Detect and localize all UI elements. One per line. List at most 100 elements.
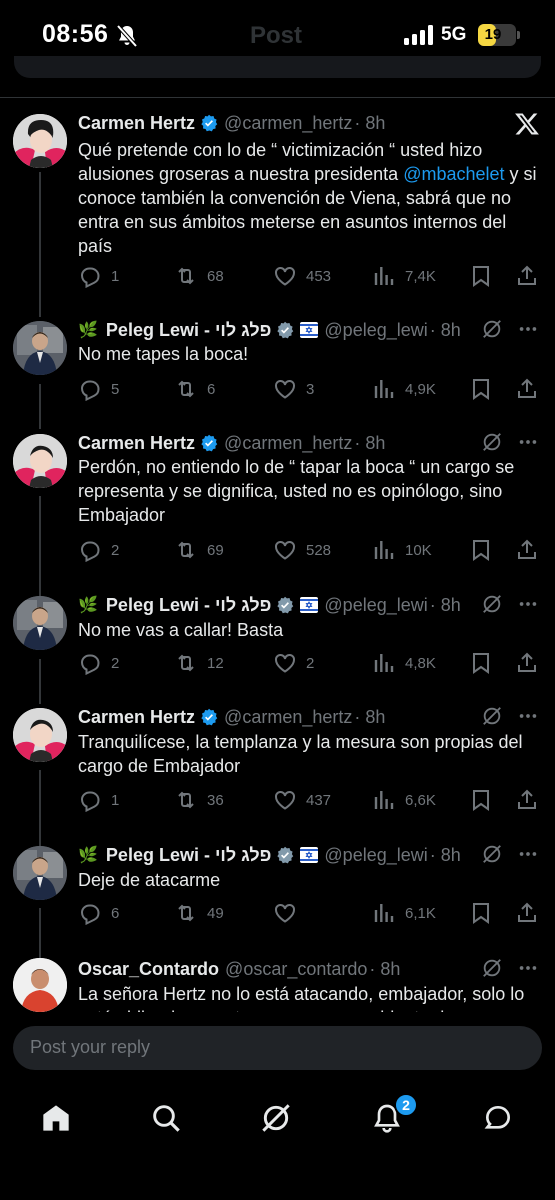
- analytics-icon: [374, 654, 394, 672]
- avatar[interactable]: [13, 708, 67, 762]
- mention-link[interactable]: @mbachelet: [403, 164, 504, 184]
- author-name[interactable]: Oscar_Contardo: [78, 959, 219, 980]
- author-handle[interactable]: @peleg_lewi: [324, 845, 427, 866]
- share-button[interactable]: [515, 537, 539, 563]
- share-button[interactable]: [515, 900, 539, 926]
- bookmark-button[interactable]: [469, 263, 493, 289]
- grok-icon[interactable]: [481, 705, 503, 732]
- more-options-icon[interactable]: [517, 705, 539, 732]
- repost-button[interactable]: 68: [174, 263, 224, 289]
- author-handle[interactable]: @carmen_hertz: [224, 433, 352, 454]
- repost-button[interactable]: 49: [174, 900, 224, 926]
- reply-button[interactable]: 1: [78, 263, 119, 289]
- like-button[interactable]: 528: [273, 537, 331, 563]
- bookmark-icon: [473, 266, 489, 287]
- post-time: · 8h: [429, 844, 461, 865]
- avatar[interactable]: [13, 596, 67, 650]
- views-button[interactable]: 4,8K: [372, 650, 436, 676]
- reply-button[interactable]: 1: [78, 787, 119, 813]
- share-button[interactable]: [515, 263, 539, 289]
- author-handle[interactable]: @peleg_lewi: [324, 320, 427, 341]
- repost-button[interactable]: 36: [174, 787, 224, 813]
- more-options-icon[interactable]: [517, 431, 539, 458]
- author-name[interactable]: Peleg Lewi - פלג לוי: [106, 320, 271, 341]
- post-time: · 8h: [354, 432, 386, 453]
- share-icon: [518, 789, 536, 809]
- share-button[interactable]: [515, 787, 539, 813]
- share-icon: [518, 265, 536, 285]
- avatar[interactable]: [13, 114, 67, 168]
- grok-icon: [262, 1104, 290, 1132]
- grok-icon[interactable]: [481, 431, 503, 458]
- tab-messages[interactable]: [478, 1088, 518, 1148]
- post-time: · 8h: [354, 706, 386, 727]
- status-time: 08:56: [42, 20, 109, 48]
- reply-button[interactable]: 2: [78, 650, 119, 676]
- more-options-icon[interactable]: [517, 957, 539, 984]
- reply-icon: [80, 904, 100, 925]
- views-button[interactable]: 6,1K: [372, 900, 436, 926]
- more-options-icon[interactable]: [517, 843, 539, 870]
- bookmark-button[interactable]: [469, 537, 493, 563]
- author-handle[interactable]: @carmen_hertz: [224, 113, 352, 134]
- reply-input[interactable]: Post your reply: [13, 1026, 542, 1070]
- author-name[interactable]: Peleg Lewi - פלג לוי: [106, 845, 271, 866]
- grok-icon[interactable]: [481, 843, 503, 870]
- share-button[interactable]: [515, 376, 539, 402]
- verified-badge-icon: [201, 114, 218, 132]
- leaf-emoji: 🌿: [78, 847, 98, 864]
- tab-grok[interactable]: [256, 1088, 296, 1148]
- like-button[interactable]: 453: [273, 263, 331, 289]
- avatar[interactable]: [13, 958, 67, 1012]
- bookmark-icon: [473, 540, 489, 561]
- grok-icon[interactable]: [481, 318, 503, 345]
- post-time: · 8h: [429, 319, 461, 340]
- views-button[interactable]: 7,4K: [372, 263, 436, 289]
- message-icon: [484, 1106, 511, 1129]
- grok-icon[interactable]: [481, 957, 503, 984]
- like-button[interactable]: 2: [273, 650, 314, 676]
- more-options-icon[interactable]: [517, 318, 539, 345]
- views-button[interactable]: 6,6K: [372, 787, 436, 813]
- analytics-icon: [374, 791, 394, 809]
- more-options-icon[interactable]: [517, 593, 539, 620]
- share-button[interactable]: [515, 650, 539, 676]
- bookmark-button[interactable]: [469, 787, 493, 813]
- bookmark-button[interactable]: [469, 900, 493, 926]
- post-time: · 8h: [369, 958, 401, 979]
- like-button[interactable]: [273, 900, 297, 926]
- author-handle[interactable]: @carmen_hertz: [224, 707, 352, 728]
- author-handle[interactable]: @peleg_lewi: [324, 595, 427, 616]
- tab-search[interactable]: [146, 1088, 186, 1148]
- thread-line: [39, 770, 41, 846]
- repost-button[interactable]: 12: [174, 650, 224, 676]
- avatar[interactable]: [13, 846, 67, 900]
- grok-icon[interactable]: [481, 593, 503, 620]
- repost-button[interactable]: 6: [174, 376, 215, 402]
- like-button[interactable]: 3: [273, 376, 314, 402]
- heart-icon: [275, 903, 295, 923]
- avatar[interactable]: [13, 321, 67, 375]
- avatar[interactable]: [13, 434, 67, 488]
- bookmark-icon: [473, 653, 489, 674]
- author-name[interactable]: Peleg Lewi - פלג לוי: [106, 595, 271, 616]
- author-handle[interactable]: @oscar_contardo: [225, 959, 367, 980]
- views-button[interactable]: 10K: [372, 537, 432, 563]
- israel-flag-icon: [300, 322, 319, 338]
- reply-icon: [80, 654, 100, 675]
- share-icon: [518, 378, 536, 398]
- author-name[interactable]: Carmen Hertz: [78, 113, 195, 134]
- analytics-icon: [374, 541, 394, 559]
- repost-button[interactable]: 69: [174, 537, 224, 563]
- bookmark-button[interactable]: [469, 650, 493, 676]
- bookmark-button[interactable]: [469, 376, 493, 402]
- tab-home[interactable]: [36, 1088, 76, 1148]
- like-button[interactable]: 437: [273, 787, 331, 813]
- reply-button[interactable]: 6: [78, 900, 119, 926]
- reply-button[interactable]: 5: [78, 376, 119, 402]
- author-name[interactable]: Carmen Hertz: [78, 707, 195, 728]
- battery-percent: 19: [484, 26, 502, 43]
- reply-button[interactable]: 2: [78, 537, 119, 563]
- views-button[interactable]: 4,9K: [372, 376, 436, 402]
- author-name[interactable]: Carmen Hertz: [78, 433, 195, 454]
